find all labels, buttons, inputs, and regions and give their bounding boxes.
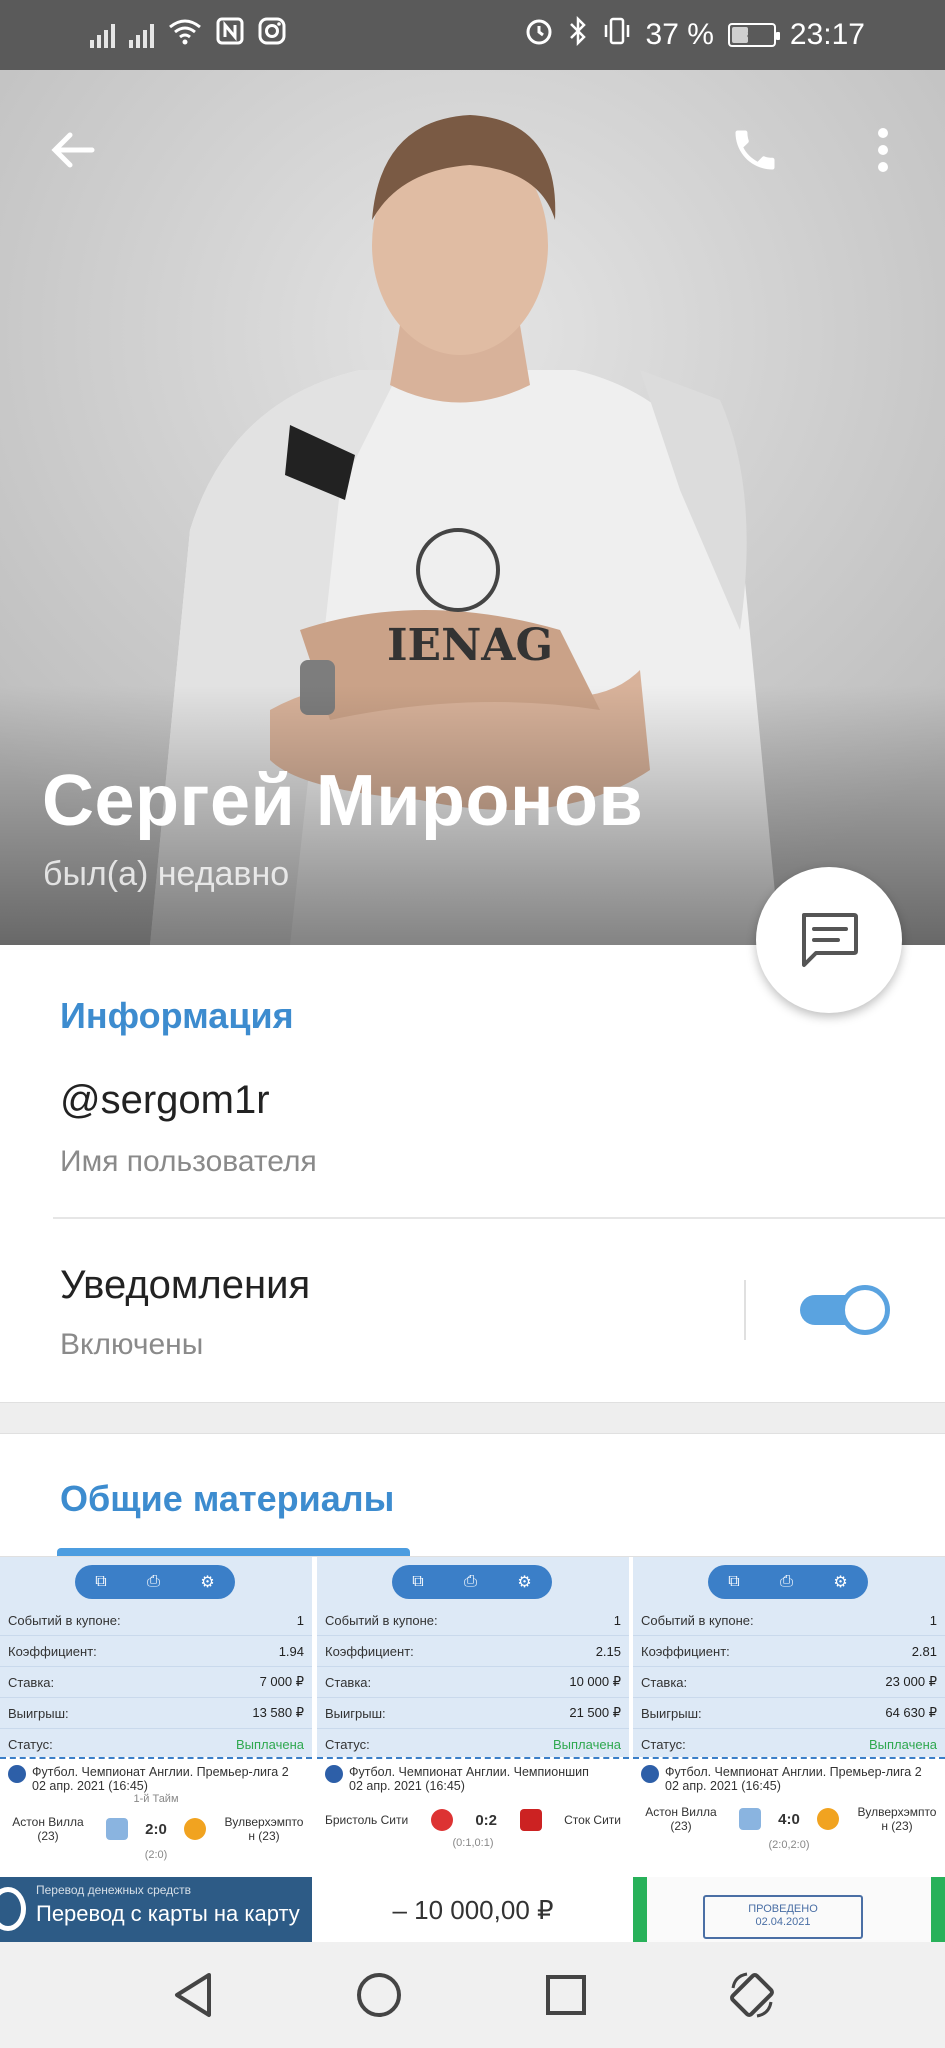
section-separator	[0, 1402, 945, 1434]
profile-name: Сергей Миронов	[42, 761, 644, 841]
bluetooth-icon	[568, 15, 588, 54]
battery-percent: 37 %	[645, 18, 714, 51]
call-button[interactable]	[715, 110, 795, 190]
username-label: Имя пользователя	[60, 1145, 317, 1178]
profile-header: IENAG Сергей Миронов был(а) недавно	[0, 70, 945, 945]
vibrate-icon	[602, 16, 632, 54]
alarm-icon	[524, 16, 554, 54]
phone-icon	[735, 130, 775, 170]
triangle-back-icon	[175, 1973, 212, 2017]
media-thumbnail[interactable]: ⧉ ⎙ ⚙ Событий в купоне: 1 Коэффициент: 1.94 …	[0, 1557, 312, 1872]
clock: 23:17	[789, 18, 865, 51]
last-seen-status: был(а) недавно	[43, 855, 290, 893]
more-vertical-icon	[878, 128, 888, 172]
team-crest-icon	[184, 1818, 207, 1840]
print-icon: ⎙	[147, 1573, 160, 1590]
rotate-screen-button[interactable]	[712, 1955, 792, 2035]
shared-media-tab[interactable]: Общие материалы	[60, 1478, 394, 1520]
soccer-ball-icon	[325, 1765, 343, 1783]
team-crest-icon	[817, 1808, 840, 1830]
team-crest-icon	[105, 1818, 128, 1840]
copy-icon: ⧉	[412, 1573, 424, 1590]
media-thumbnail[interactable]: Перевод денежных средств Перевод с карты…	[0, 1877, 312, 1942]
divider	[744, 1280, 746, 1340]
system-navigation-bar	[0, 1942, 945, 2048]
nav-back-button[interactable]	[153, 1955, 233, 2035]
nfc-icon	[216, 17, 244, 53]
active-tab-indicator	[57, 1548, 410, 1556]
username-value[interactable]: @sergom1r	[60, 1078, 270, 1123]
rotate-icon	[729, 1972, 774, 2018]
circle-home-icon	[357, 1973, 402, 2017]
team-crest-icon	[430, 1809, 453, 1831]
message-icon	[802, 913, 858, 967]
svg-text:IENAG: IENAG	[387, 620, 553, 671]
print-icon: ⎙	[780, 1573, 793, 1590]
bank-stamp: ПРОВЕДЕНО 02.04.2021	[703, 1895, 863, 1939]
send-message-button[interactable]	[756, 867, 902, 1013]
media-thumbnail[interactable]: – 10 000,00 ₽	[317, 1877, 629, 1942]
signal-icon	[90, 22, 115, 48]
copy-icon: ⧉	[728, 1573, 740, 1590]
settings-icon: ⚙	[833, 1574, 848, 1591]
team-crest-icon	[738, 1808, 761, 1830]
wifi-icon	[168, 17, 202, 53]
settings-icon: ⚙	[200, 1574, 215, 1591]
more-options-button[interactable]	[843, 110, 923, 190]
divider	[53, 1217, 945, 1219]
nav-recents-button[interactable]	[526, 1955, 606, 2035]
bank-logo-icon	[0, 1887, 26, 1931]
back-button[interactable]	[33, 110, 113, 190]
status-bar: 37 % ❧ 23:17	[0, 0, 945, 70]
soccer-ball-icon	[8, 1765, 26, 1783]
media-thumbnail[interactable]: ⧉ ⎙ ⚙ Событий в купоне: 1 Коэффициент: 2.81 …	[633, 1557, 945, 1872]
info-section-title: Информация	[60, 995, 294, 1036]
square-recents-icon	[545, 1975, 586, 2015]
notifications-label[interactable]: Уведомления	[60, 1263, 310, 1308]
team-crest-icon	[519, 1809, 542, 1831]
soccer-ball-icon	[641, 1765, 659, 1783]
print-icon: ⎙	[464, 1573, 477, 1590]
notifications-state: Включены	[60, 1328, 204, 1361]
nav-home-button[interactable]	[339, 1955, 419, 2035]
battery-icon: ❧	[727, 23, 780, 47]
media-thumbnail[interactable]: ПРОВЕДЕНО 02.04.2021	[633, 1877, 945, 1942]
copy-icon: ⧉	[95, 1573, 107, 1590]
arrow-left-icon	[51, 132, 95, 168]
shared-media-grid: ⧉ ⎙ ⚙ Событий в купоне: 1 Коэффициент: 1.94 …	[0, 1557, 945, 1942]
signal-icon	[129, 22, 154, 48]
instagram-icon	[258, 17, 286, 53]
notifications-toggle[interactable]	[800, 1285, 890, 1335]
settings-icon: ⚙	[517, 1574, 532, 1591]
media-thumbnail[interactable]: ⧉ ⎙ ⚙ Событий в купоне: 1 Коэффициент: 2.15 …	[317, 1557, 629, 1872]
